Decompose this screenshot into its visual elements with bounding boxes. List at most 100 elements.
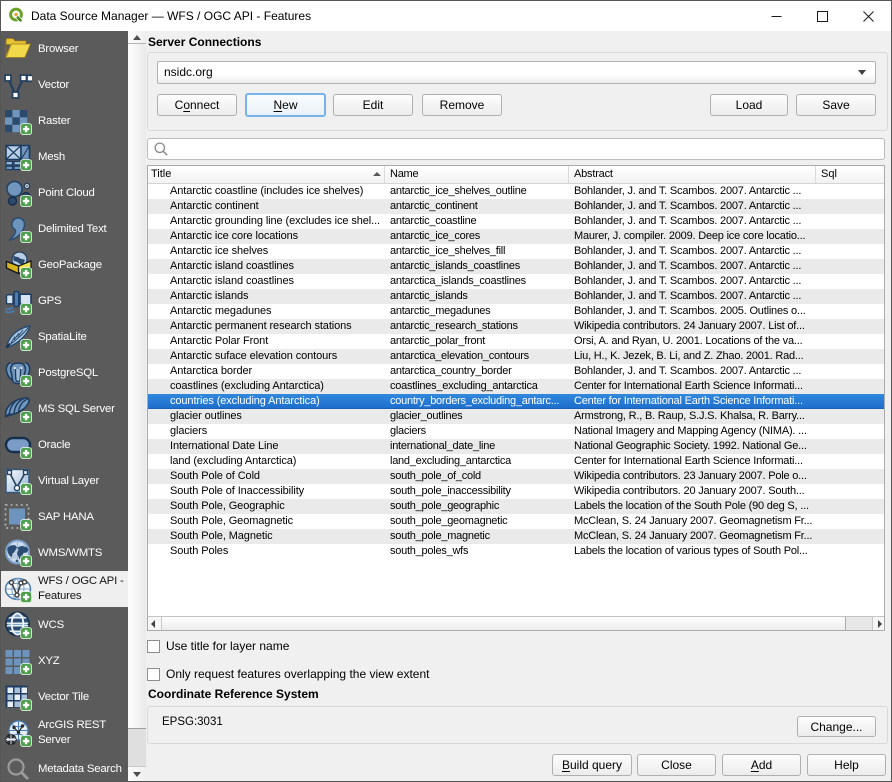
cell-abstract: McClean, S. 24 January 2007. Geomagnetis… xyxy=(569,514,816,529)
table-row[interactable]: Antarctic ice shelvesantarctic_ice_shelv… xyxy=(148,244,884,259)
table-row[interactable]: Antarctic coastline (includes ice shelve… xyxy=(148,184,884,199)
sidebar-item-raster[interactable]: Raster xyxy=(1,103,128,139)
sidebar-item-virtual-layer[interactable]: Virtual Layer xyxy=(1,463,128,499)
wcs-icon-svg xyxy=(4,611,32,639)
scroll-right-arrow-icon xyxy=(878,620,882,628)
table-row[interactable]: Antarctic island coastlinesantarctica_is… xyxy=(148,274,884,289)
sidebar-item-wfs-ogc-api-features[interactable]: WFS / OGC API - Features xyxy=(1,571,128,607)
table-scroll-left-button[interactable] xyxy=(148,617,162,630)
sidebar-scrollbar[interactable] xyxy=(128,31,146,781)
cell-abstract: Labels the location of various types of … xyxy=(569,544,816,559)
table-row[interactable]: South Pole of Inaccessibilitysouth_pole_… xyxy=(148,484,884,499)
sidebar-item-mesh[interactable]: Mesh xyxy=(1,139,128,175)
table-row[interactable]: glaciersglaciersNational Imagery and Map… xyxy=(148,424,884,439)
table-row[interactable]: Antarctic grounding line (excludes ice s… xyxy=(148,214,884,229)
table-row[interactable]: Antarctic permanent research stationsant… xyxy=(148,319,884,334)
sidebar-item-vector[interactable]: Vector xyxy=(1,67,128,103)
table-row[interactable]: Antarctic suface elevation contoursantar… xyxy=(148,349,884,364)
geopackage-icon xyxy=(4,251,32,279)
load-button[interactable]: Load xyxy=(710,94,788,116)
table-row[interactable]: Antarctic island coastlinesantarctic_isl… xyxy=(148,259,884,274)
crs-frame xyxy=(147,706,888,744)
table-row[interactable]: Antarctic ice core locationsantarctic_ic… xyxy=(148,229,884,244)
cell-abstract: Bohlander, J. and T. Scambos. 2007. Anta… xyxy=(569,244,816,259)
sidebar-item-wms-wmts[interactable]: WMS/WMTS xyxy=(1,535,128,571)
connection-select[interactable]: nsidc.org xyxy=(157,61,876,84)
save-button[interactable]: Save xyxy=(796,94,876,116)
button-label-span: Edit xyxy=(363,98,384,112)
sidebar-item-ms-sql-server[interactable]: MS SQL Server xyxy=(1,391,128,427)
column-header-title[interactable]: Title xyxy=(148,166,385,183)
sidebar-item-browser[interactable]: Browser xyxy=(1,31,128,67)
cell-abstract: National Imagery and Mapping Agency (NIM… xyxy=(569,424,816,439)
crs-change-button[interactable]: Change... xyxy=(797,716,876,737)
table-horizontal-scrollbar[interactable] xyxy=(148,616,884,630)
cell-name: antarctic_islands xyxy=(385,289,569,304)
table-row[interactable]: countries (excluding Antarctica)country_… xyxy=(148,394,884,409)
sidebar-item-spatialite[interactable]: SpatiaLite xyxy=(1,319,128,355)
column-header-name[interactable]: Name xyxy=(385,166,569,183)
table-scroll-right-button[interactable] xyxy=(872,617,884,630)
table-row[interactable]: Antarctic Polar Frontantarctic_polar_fro… xyxy=(148,334,884,349)
sidebar-scrollbar-track[interactable] xyxy=(128,729,146,766)
add-button[interactable]: Add xyxy=(722,754,801,776)
sidebar-item-geopackage[interactable]: GeoPackage xyxy=(1,247,128,283)
table-row[interactable]: South Pole, Magneticsouth_pole_magneticM… xyxy=(148,529,884,544)
cell-title: South Poles xyxy=(148,544,385,559)
table-row[interactable]: International Date Lineinternational_dat… xyxy=(148,439,884,454)
table-row[interactable]: South Pole, Geomagneticsouth_pole_geomag… xyxy=(148,514,884,529)
table-row[interactable]: Antarctic continentantarctic_continentBo… xyxy=(148,199,884,214)
column-header-sql[interactable]: Sql xyxy=(816,166,884,183)
remove-button[interactable]: Remove xyxy=(422,94,502,116)
close-dialog-button[interactable]: Close xyxy=(637,754,716,776)
sidebar-item-point-cloud[interactable]: Point Cloud xyxy=(1,175,128,211)
table-row[interactable]: South Pole, Geographicsouth_pole_geograp… xyxy=(148,499,884,514)
sidebar-scrollbar-thumb[interactable] xyxy=(128,44,146,729)
filter-search-input[interactable] xyxy=(147,138,885,160)
use-title-checkbox[interactable] xyxy=(147,640,160,653)
table-row[interactable]: South Polessouth_poles_wfsLabels the loc… xyxy=(148,544,884,559)
cell-name: south_pole_inaccessibility xyxy=(385,484,569,499)
build-query-button[interactable]: Build query xyxy=(552,754,632,776)
cell-name: antarctic_ice_cores xyxy=(385,229,569,244)
table-row[interactable]: land (excluding Antarctica)land_excludin… xyxy=(148,454,884,469)
sidebar-item-label: Raster xyxy=(32,114,71,129)
close-button[interactable] xyxy=(845,1,891,31)
sidebar-item-metadata-search[interactable]: Metadata Search xyxy=(1,751,128,781)
point-cloud-icon-svg xyxy=(4,179,32,207)
sidebar-item-delimited-text[interactable]: Delimited Text xyxy=(1,211,128,247)
cell-title: land (excluding Antarctica) xyxy=(148,454,385,469)
table-row[interactable]: Antarctic megadunesantarctic_megadunesBo… xyxy=(148,304,884,319)
table-row[interactable]: coastlines (excluding Antarctica)coastli… xyxy=(148,379,884,394)
help-button[interactable]: Help xyxy=(807,754,886,776)
connect-button[interactable]: Connect xyxy=(157,94,237,116)
new-button[interactable]: New xyxy=(245,93,326,117)
edit-button[interactable]: Edit xyxy=(333,94,413,116)
maximize-button[interactable] xyxy=(799,1,845,31)
sidebar-item-arcgis-rest-server[interactable]: ArcGIS REST Server xyxy=(1,715,128,751)
sidebar-item-postgresql[interactable]: PostgreSQL xyxy=(1,355,128,391)
only-request-features-checkbox-label: Only request features overlapping the vi… xyxy=(160,667,429,681)
cell-sql xyxy=(816,484,884,499)
sidebar-scroll-up-button[interactable] xyxy=(128,31,146,44)
table-scrollbar-thumb[interactable] xyxy=(162,617,846,630)
sidebar-item-label: Virtual Layer xyxy=(32,474,100,489)
only-request-features-checkbox[interactable] xyxy=(147,668,160,681)
sidebar-item-sap-hana[interactable]: SAP HANA xyxy=(1,499,128,535)
sidebar-item-wcs[interactable]: WCS xyxy=(1,607,128,643)
table-row[interactable]: South Pole of Coldsouth_pole_of_coldWiki… xyxy=(148,469,884,484)
table-row[interactable]: glacier outlinesglacier_outlinesArmstron… xyxy=(148,409,884,424)
column-header-abstract[interactable]: Abstract xyxy=(569,166,816,183)
sidebar-item-oracle[interactable]: Oracle xyxy=(1,427,128,463)
sidebar-item-xyz[interactable]: XYZ xyxy=(1,643,128,679)
cell-title: South Pole, Geomagnetic xyxy=(148,514,385,529)
table-row[interactable]: Antarctica borderantarctica_country_bord… xyxy=(148,364,884,379)
sidebar-scroll-down-button[interactable] xyxy=(128,766,146,781)
vector-icon xyxy=(4,71,32,99)
table-row[interactable]: Antarctic islandsantarctic_islandsBohlan… xyxy=(148,289,884,304)
minimize-button[interactable] xyxy=(753,1,799,31)
cell-title: South Pole of Cold xyxy=(148,469,385,484)
sidebar-item-gps[interactable]: GPS xyxy=(1,283,128,319)
sidebar-item-vector-tile[interactable]: Vector Tile xyxy=(1,679,128,715)
cell-sql xyxy=(816,229,884,244)
